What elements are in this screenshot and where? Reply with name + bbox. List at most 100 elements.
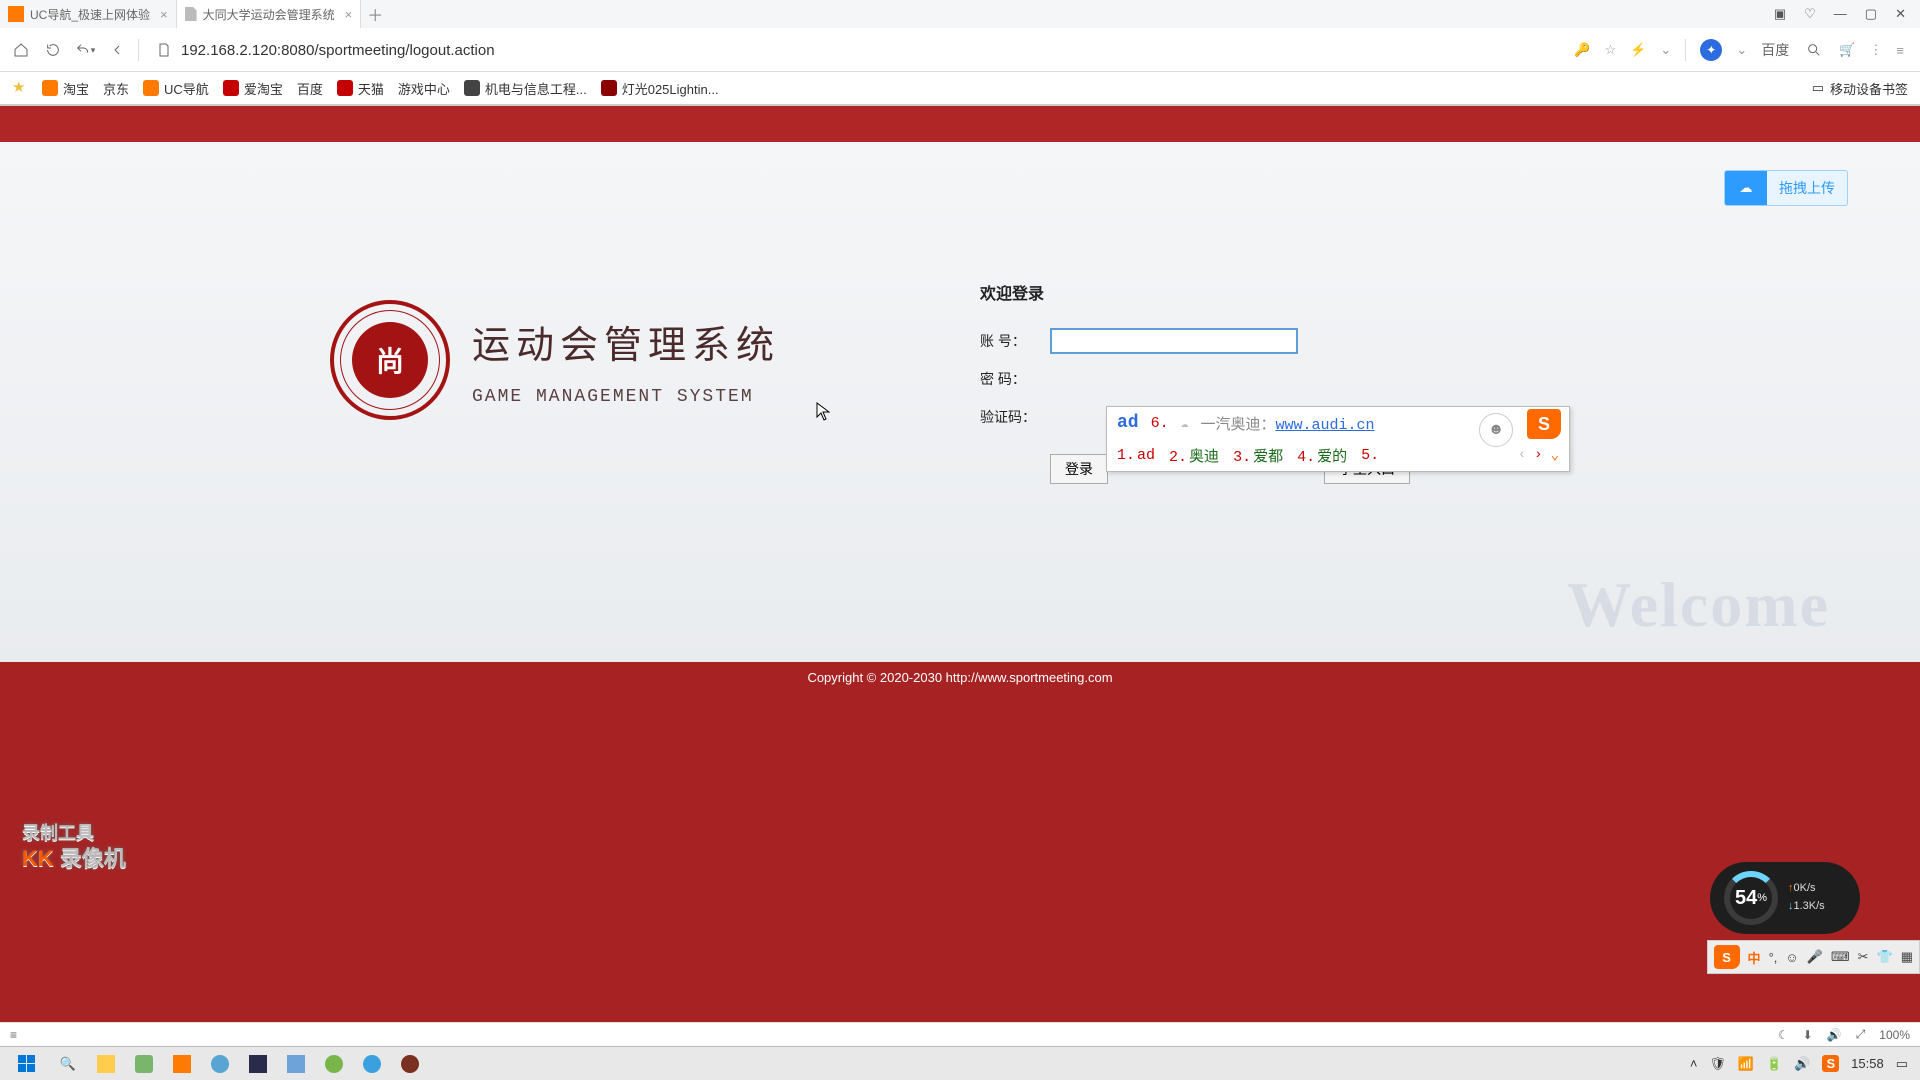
tray-notifications-icon[interactable]: ▭ — [1896, 1056, 1908, 1072]
bookmark-ucnav[interactable]: UC导航 — [143, 79, 209, 98]
tab-title: UC导航_极速上网体验 — [30, 6, 150, 23]
home-icon[interactable] — [10, 39, 32, 61]
hamburger-menu-icon[interactable]: ≡ — [1896, 43, 1904, 58]
ime-candidate-1[interactable]: 1.ad — [1117, 447, 1155, 464]
kebab-menu-icon[interactable]: ⋮ — [1869, 42, 1882, 58]
bookmark-aitaobao[interactable]: 爱淘宝 — [223, 79, 283, 98]
university-seal-icon: 尚 — [330, 300, 450, 420]
bookmark-tmall[interactable]: 天猫 — [337, 79, 384, 98]
ime-lang-indicator[interactable]: 中 — [1748, 948, 1761, 967]
zoom-level[interactable]: 100% — [1879, 1028, 1910, 1042]
reload-icon[interactable] — [42, 39, 64, 61]
cart-icon[interactable]: 🛒 — [1839, 42, 1855, 58]
ime-next-icon[interactable]: › — [1534, 447, 1542, 463]
bookmark-baidu[interactable]: 百度 — [297, 79, 323, 98]
key-icon[interactable]: 🔑 — [1574, 42, 1590, 58]
close-window-icon[interactable]: ✕ — [1895, 6, 1906, 22]
ime-candidate-3[interactable]: 3.爱都 — [1233, 445, 1283, 466]
back-icon[interactable] — [106, 39, 128, 61]
pip-icon[interactable]: ▣ — [1774, 6, 1786, 22]
ime-candidate-2[interactable]: 2.奥迪 — [1169, 445, 1219, 466]
login-heading: 欢迎登录 — [980, 280, 1420, 304]
new-tab-button[interactable]: ＋ — [361, 2, 389, 26]
tray-wifi-icon[interactable]: 📶 — [1738, 1056, 1754, 1072]
tray-security-icon[interactable]: 🛡 — [1709, 1056, 1726, 1072]
app-icon[interactable] — [202, 1048, 238, 1080]
ime-candidate-window[interactable]: ad 6. ☁ 一汽奥迪：www.audi.cn 1.ad 2.奥迪 3.爱都 … — [1106, 406, 1570, 472]
ime-status-toolbar[interactable]: S 中 °, ☺ 🎤 ⌨ ✂ 👕 ▦ — [1707, 940, 1920, 974]
app-icon[interactable] — [316, 1048, 352, 1080]
status-menu-icon[interactable]: ≡ — [10, 1028, 17, 1042]
search-icon[interactable] — [1803, 39, 1825, 61]
expand-icon[interactable]: ⤢ — [1856, 1027, 1866, 1042]
app-icon[interactable] — [240, 1048, 276, 1080]
ime-composing-text: ad — [1117, 413, 1139, 433]
tray-volume-icon[interactable]: 🔊 — [1794, 1056, 1810, 1072]
ime-skin-icon[interactable]: 👕 — [1877, 949, 1893, 965]
close-icon[interactable]: × — [160, 7, 168, 22]
ime-tool-icon[interactable]: ✂ — [1858, 949, 1869, 965]
app-icon[interactable] — [126, 1048, 162, 1080]
ime-candidate-4[interactable]: 4.爱的 — [1297, 445, 1347, 466]
minimize-icon[interactable]: — — [1834, 6, 1847, 22]
bookmark-label: 灯光025Lightin... — [622, 79, 719, 98]
favorite-icon[interactable]: ☆ — [1605, 42, 1617, 58]
app-icon[interactable] — [354, 1048, 390, 1080]
network-monitor-widget[interactable]: 54% 0K/s 1.3K/s — [1710, 862, 1860, 934]
bookmark-star[interactable]: ★ — [12, 80, 28, 96]
tray-battery-icon[interactable]: 🔋 — [1766, 1056, 1782, 1072]
undo-dropdown-icon[interactable]: ▾ — [74, 39, 96, 61]
search-engine-label[interactable]: 百度 — [1761, 40, 1789, 60]
bookmark-jd[interactable]: 京东 — [103, 79, 129, 98]
close-icon[interactable]: × — [345, 7, 353, 22]
url-text: 192.168.2.120:8080/sportmeeting/logout.a… — [181, 42, 495, 59]
lightning-icon[interactable]: ⚡ — [1630, 42, 1646, 58]
moon-icon[interactable]: ☾ — [1778, 1028, 1789, 1042]
ime-prev-icon[interactable]: ‹ — [1518, 447, 1526, 463]
ime-hint-link[interactable]: www.audi.cn — [1275, 417, 1374, 434]
upload-chip[interactable]: ☁ 拖拽上传 — [1724, 170, 1848, 206]
ime-keyboard-icon[interactable]: ⌨ — [1831, 949, 1850, 965]
account-input[interactable] — [1050, 328, 1298, 354]
bookmark-taobao[interactable]: 淘宝 — [42, 79, 89, 98]
app-icon[interactable] — [392, 1048, 428, 1080]
tab-sportmeeting[interactable]: 大同大学运动会管理系统 × — [177, 0, 362, 28]
page-icon — [153, 39, 175, 61]
tray-chevron-icon[interactable]: ˄ — [1690, 1056, 1698, 1071]
sogou-logo-icon[interactable]: S — [1527, 409, 1561, 439]
ime-emoji-icon[interactable]: ☺ — [1785, 950, 1798, 965]
device-icon[interactable]: ▭ — [1812, 80, 1824, 96]
globe-icon[interactable]: ✦ — [1700, 39, 1722, 61]
bookmark-label: UC导航 — [164, 79, 209, 98]
tab-uc-nav[interactable]: UC导航_极速上网体验 × — [0, 0, 177, 28]
file-explorer-icon[interactable] — [88, 1048, 124, 1080]
search-taskbar-icon[interactable]: 🔍 — [50, 1048, 86, 1080]
ime-voice-icon[interactable]: 🎤 — [1807, 949, 1823, 965]
ime-avatar-icon[interactable]: ☻ — [1479, 413, 1513, 447]
bookmark-gamecenter[interactable]: 游戏中心 — [398, 79, 450, 98]
ime-grid-icon[interactable]: ▦ — [1901, 949, 1913, 965]
download-icon[interactable]: ⬇ — [1803, 1028, 1813, 1042]
ime-candidate-5[interactable]: 5. — [1361, 447, 1381, 464]
app-icon[interactable] — [278, 1048, 314, 1080]
ime-punct-icon[interactable]: °, — [1769, 950, 1778, 965]
bookmark-jidian[interactable]: 机电与信息工程... — [464, 79, 587, 98]
url-box[interactable]: 192.168.2.120:8080/sportmeeting/logout.a… — [149, 39, 1564, 61]
bookmark-lighting[interactable]: 灯光025Lightin... — [601, 79, 719, 98]
ime-expand-icon[interactable]: ⌄ — [1551, 447, 1559, 464]
tray-clock[interactable]: 15:58 — [1851, 1056, 1884, 1071]
chevron-down-icon[interactable]: ⌄ — [1736, 42, 1747, 58]
bookmark-bar: ★ 淘宝 京东 UC导航 爱淘宝 百度 天猫 游戏中心 机电与信息工程... 灯… — [0, 72, 1920, 106]
chevron-down-icon[interactable]: ⌄ — [1660, 42, 1671, 58]
mobile-bookmarks[interactable]: 移动设备书签 — [1830, 79, 1908, 98]
login-button[interactable]: 登录 — [1050, 454, 1108, 484]
recorder-name: 录像机 — [54, 846, 126, 871]
sogou-logo-icon[interactable]: S — [1714, 945, 1740, 969]
uc-browser-icon[interactable] — [164, 1048, 200, 1080]
maximize-icon[interactable]: ▢ — [1865, 6, 1877, 22]
start-button[interactable] — [4, 1048, 48, 1080]
shield-icon[interactable]: ♡ — [1804, 6, 1816, 22]
speaker-icon[interactable]: 🔊 — [1827, 1028, 1842, 1042]
tray-ime-icon[interactable]: S — [1822, 1055, 1839, 1072]
system-title-en: GAME MANAGEMENT SYSTEM — [472, 387, 780, 407]
